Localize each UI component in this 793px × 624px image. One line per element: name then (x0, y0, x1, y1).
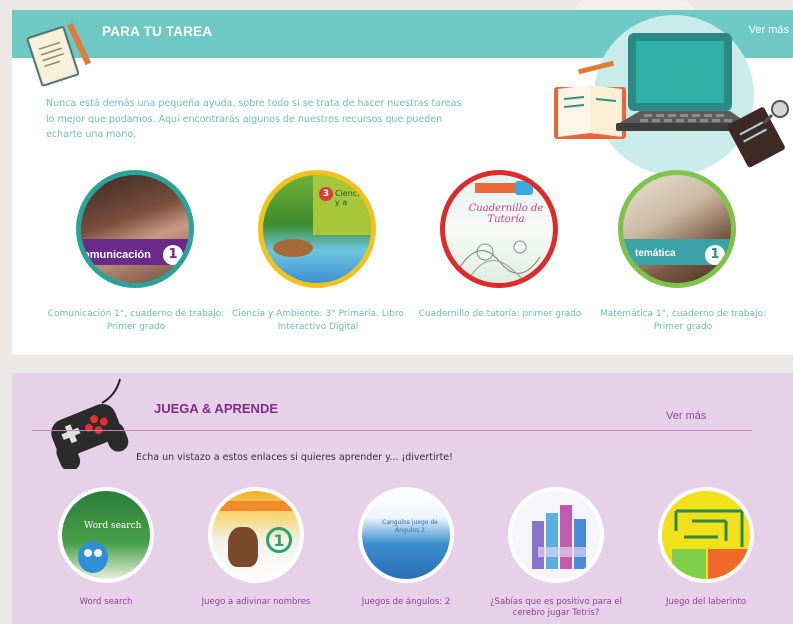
cuadernillo-tutoria-thumbnail[interactable]: Cuadernillo de Tutoría (440, 170, 558, 288)
notebook-icon (26, 22, 92, 87)
sketch-illustration (459, 240, 551, 283)
comunicacion-book-thumbnail[interactable]: omunicación 1 (76, 170, 194, 288)
caption-line-2: Primer grado (106, 322, 166, 332)
tetris-caption[interactable]: ¿Sabías que es positivo para el cerebro … (478, 597, 634, 619)
section-description: Nunca está demás una pequeña ayuda, sobr… (46, 98, 462, 140)
grade-badge: 1 (705, 245, 725, 265)
caption-line-2: Interactivo Digital (277, 322, 359, 332)
maze-illustration (662, 491, 750, 579)
caption-line-1: ¿Sabías que es positivo para el (490, 597, 622, 607)
grade-badge: 1 (163, 245, 183, 265)
divider (32, 430, 752, 431)
word-search-thumbnail[interactable]: Word search (58, 487, 154, 583)
juegos-angulos-caption[interactable]: Juegos de ángulos: 2 (346, 597, 466, 608)
caption-line-1: Ciencia y Ambiente: 3° Primaria. Libro (232, 309, 404, 319)
caption-line-1: Matemática 1°, cuaderno de trabajo: (599, 309, 767, 319)
cover-title: Cangulos juego de Ángulos 2 (382, 519, 438, 534)
comunicacion-caption[interactable]: Comunicación 1°, cuaderno de trabajo: Pr… (46, 308, 226, 334)
tetris-thumbnail[interactable] (508, 487, 604, 583)
section-description: Echa un vistazo a estos enlaces si quier… (136, 452, 453, 463)
adivinar-nombres-caption[interactable]: Juego a adivinar nombres (182, 597, 330, 608)
word-search-caption[interactable]: Word search (46, 597, 166, 608)
matematica-book-thumbnail[interactable]: temática 1 (618, 170, 736, 288)
laberinto-thumbnail[interactable] (658, 487, 754, 583)
ciencia-ambiente-caption[interactable]: Ciencia y Ambiente: 3° Primaria. Libro I… (226, 308, 410, 334)
juega-aprende-section: JUEGA & APRENDE Ver más Echa un vistazo … (12, 373, 793, 624)
para-tu-tarea-section: PARA TU TAREA Ver más Nunca está demás u… (12, 10, 793, 355)
caption-line-1: Juego del laberinto (665, 597, 747, 607)
ciencia-ambiente-thumbnail[interactable]: 3 Ciencia y a (258, 170, 376, 288)
caption-line-2: Primer grado (653, 322, 713, 332)
caption-line-1: Juegos de ángulos: 2 (361, 597, 451, 607)
grade-badge: 3 (319, 187, 333, 201)
cuadernillo-tutoria-caption[interactable]: Cuadernillo de tutoría: primer grado (412, 308, 588, 321)
caption-line-1: Comunicación 1°, cuaderno de trabajo: (47, 309, 225, 319)
cover-title: Ciencia y a (335, 189, 365, 207)
caption-line-1: Juego a adivinar nombres (201, 597, 311, 607)
ver-mas-link[interactable]: Ver más (666, 410, 706, 422)
adivinar-nombres-thumbnail[interactable]: 1 (208, 487, 304, 583)
section-title: JUEGA & APRENDE (154, 401, 279, 416)
page: PARA TU TAREA Ver más Nunca está demás u… (0, 0, 793, 624)
juegos-angulos-thumbnail[interactable]: Cangulos juego de Ángulos 2 (358, 487, 454, 583)
cover-title: Word search (84, 521, 142, 531)
laptop-books-illustration (554, 15, 789, 175)
caption-line-1: Word search (79, 597, 133, 607)
grade-badge: 1 (266, 527, 292, 553)
cover-title: Cuadernillo de Tutoría (468, 203, 544, 225)
caption-line-2: cerebro jugar Tetris? (512, 608, 600, 618)
gamepad-icon (51, 378, 129, 469)
section-title: PARA TU TAREA (102, 24, 213, 39)
cover-title: temática (635, 248, 676, 259)
matematica-caption[interactable]: Matemática 1°, cuaderno de trabajo: Prim… (590, 308, 776, 334)
laberinto-caption[interactable]: Juego del laberinto (646, 597, 766, 608)
caption-line-1: Cuadernillo de tutoría: primer grado (418, 309, 582, 319)
tetris-blocks-illustration (532, 505, 586, 569)
cover-title: omunicación (83, 249, 151, 261)
